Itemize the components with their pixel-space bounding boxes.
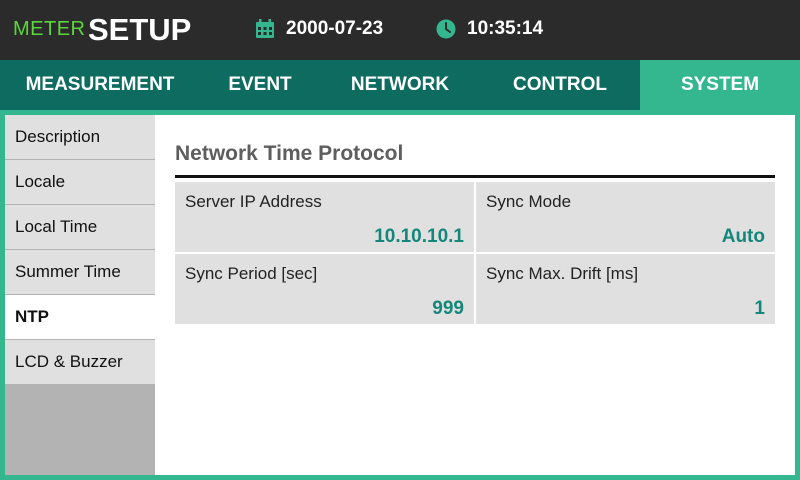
section-title: Network Time Protocol <box>175 142 404 165</box>
tab-system[interactable]: SYSTEM <box>640 60 800 110</box>
sidebar-item-ntp[interactable]: NTP <box>5 295 155 339</box>
main-tab-bar: MEASUREMENT EVENT NETWORK CONTROL SYSTEM <box>0 60 800 110</box>
sidebar-item-summer-time[interactable]: Summer Time <box>5 250 155 294</box>
field-label: Sync Mode <box>486 192 572 211</box>
title-divider <box>175 175 775 178</box>
brand-prefix: METER <box>13 18 86 40</box>
field-value: 10.10.10.1 <box>374 226 464 247</box>
time-display: 10:35:14 <box>436 18 543 40</box>
clock-icon <box>436 19 456 39</box>
field-value: 1 <box>754 298 765 319</box>
header-bar: METER SETUP 2000-07-23 10:35:14 <box>0 0 800 60</box>
field-label: Sync Period [sec] <box>185 264 318 283</box>
sidebar-item-description[interactable]: Description <box>5 115 155 159</box>
date-display: 2000-07-23 <box>255 18 383 40</box>
server-ip-field[interactable]: Server IP Address 10.10.10.1 <box>175 182 474 252</box>
sync-mode-field[interactable]: Sync Mode Auto <box>476 182 775 252</box>
tab-control[interactable]: CONTROL <box>480 60 640 110</box>
main-panel: Network Time Protocol Server IP Address … <box>155 115 795 475</box>
sync-max-drift-field[interactable]: Sync Max. Drift [ms] 1 <box>476 254 775 324</box>
field-value: 999 <box>432 298 464 319</box>
sync-period-field[interactable]: Sync Period [sec] 999 <box>175 254 474 324</box>
time-text: 10:35:14 <box>467 18 544 39</box>
tab-network[interactable]: NETWORK <box>320 60 480 110</box>
field-label: Server IP Address <box>185 192 322 211</box>
field-value: Auto <box>721 226 765 247</box>
tab-event[interactable]: EVENT <box>200 60 320 110</box>
sidebar-item-locale[interactable]: Locale <box>5 160 155 204</box>
sidebar-item-local-time[interactable]: Local Time <box>5 205 155 249</box>
date-text: 2000-07-23 <box>286 18 384 39</box>
sidebar-item-lcd-buzzer[interactable]: LCD & Buzzer <box>5 340 155 384</box>
calendar-icon <box>256 19 274 38</box>
page-title: SETUP <box>88 12 192 47</box>
sidebar: Description Locale Local Time Summer Tim… <box>5 115 155 475</box>
tab-measurement[interactable]: MEASUREMENT <box>0 60 200 110</box>
field-label: Sync Max. Drift [ms] <box>486 264 639 283</box>
